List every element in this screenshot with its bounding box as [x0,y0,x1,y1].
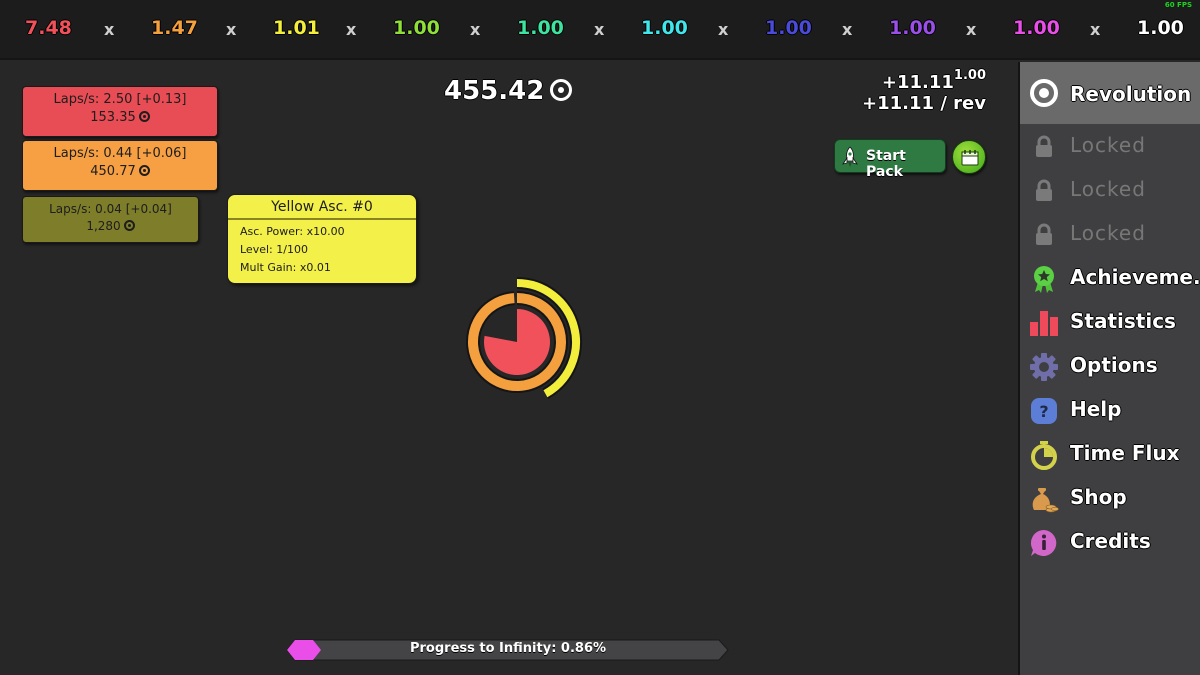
sidebar-item-label: Locked [1070,133,1146,157]
revolution-rings[interactable] [450,272,590,412]
sidebar-item-locked-2[interactable]: Locked [1020,168,1200,212]
revolution-symbol-icon [138,111,150,122]
times-separator: x [346,20,357,39]
sidebar-nav: Revolution Locked Locked Locked Achievem… [1018,62,1200,675]
sidebar-item-locked-3[interactable]: Locked [1020,212,1200,256]
revolution-symbol-icon [138,165,150,176]
multiplier-green: 1.00 [393,17,440,39]
sidebar-item-options[interactable]: Options [1020,344,1200,388]
red-pie [484,309,550,375]
ascension-mult-gain: Mult Gain: x0.01 [240,261,331,274]
sidebar-item-label: Shop [1070,485,1127,509]
svg-text:?: ? [1039,402,1048,421]
sidebar-item-achievements[interactable]: Achieveme... [1020,256,1200,300]
sidebar-item-label: Achieveme... [1070,265,1200,289]
gear-icon [1030,353,1058,381]
sidebar-item-locked-1[interactable]: Locked [1020,124,1200,168]
revolution-symbol-icon [123,220,135,231]
lap-amount: 153.35 [90,110,136,125]
ascension-tooltip: Yellow Asc. #0 Asc. Power: x10.00 Level:… [227,194,417,284]
revolution-symbol-icon [550,79,573,101]
start-pack-label: Start Pack [866,148,906,180]
start-pack-button[interactable]: Start Pack [834,139,946,180]
currency-display: 455.42 [444,76,573,106]
sidebar-item-shop[interactable]: Shop [1020,476,1200,520]
times-separator: x [226,20,237,39]
ascension-title: Yellow Asc. #0 [228,195,416,220]
stopwatch-icon [1031,441,1057,470]
money-bag-icon [1032,488,1059,513]
lap-box-red[interactable]: Laps/s: 2.50 [+0.13] 153.35 [22,86,218,137]
info-icon [1030,529,1057,556]
multiplier-blue: 1.00 [765,17,812,39]
revolution-icon [1030,79,1058,107]
times-separator: x [718,20,729,39]
times-separator: x [594,20,605,39]
lap-rate: Laps/s: 2.50 [+0.13] [53,92,187,107]
times-separator: x [104,20,115,39]
lock-icon [1036,223,1052,245]
multiplier-bar: 7.48 x 1.47 x 1.01 x 1.00 x 1.00 x 1.00 … [0,0,1200,60]
statistics-icon [1030,311,1058,336]
sidebar-item-label: Time Flux [1070,441,1180,465]
sidebar-item-revolution[interactable]: Revolution [1020,62,1200,124]
multiplier-white: 1.00 [1137,17,1184,39]
ascension-power: Asc. Power: x10.00 [240,225,345,238]
gain-base: +11.11 [881,72,954,93]
multiplier-orange: 1.47 [151,17,198,39]
sidebar-item-time-flux[interactable]: Time Flux [1020,432,1200,476]
times-separator: x [470,20,481,39]
times-separator: x [842,20,853,39]
sidebar-item-label: Locked [1070,177,1146,201]
progress-label: Progress to Infinity: 0.86% [409,641,607,656]
fps-counter: 60 FPS [1164,1,1192,9]
gain-exponent: 1.00 [953,68,986,83]
lap-box-yellow[interactable]: Laps/s: 0.04 [+0.04] 1,280 [22,196,199,243]
sidebar-item-label: Help [1070,397,1122,421]
sidebar-item-statistics[interactable]: Statistics [1020,300,1200,344]
multiplier-yellow: 1.01 [273,17,320,39]
sidebar-item-help[interactable]: ? Help [1020,388,1200,432]
lap-amount: 450.77 [90,164,136,179]
lap-rate: Laps/s: 0.04 [+0.04] [49,202,172,216]
lap-rate: Laps/s: 0.44 [+0.06] [53,146,187,161]
help-icon: ? [1031,398,1057,424]
lock-icon [1036,135,1052,157]
gain-display: +11.111.00 +11.11 / rev [862,68,986,114]
sidebar-item-label: Revolution [1070,82,1192,106]
rocket-icon [842,146,858,167]
sidebar-item-label: Locked [1070,221,1146,245]
lap-box-orange[interactable]: Laps/s: 0.44 [+0.06] 450.77 [22,140,218,191]
sidebar-item-credits[interactable]: Credits [1020,520,1200,564]
multiplier-teal: 1.00 [517,17,564,39]
calendar-icon [961,150,979,166]
gain-per-rev: +11.11 / rev [862,93,986,114]
lock-icon [1036,179,1052,201]
times-separator: x [966,20,977,39]
multiplier-red: 7.48 [25,17,72,39]
multiplier-cyan: 1.00 [641,17,688,39]
sidebar-item-label: Credits [1070,529,1151,553]
achievement-icon [1034,266,1054,293]
sidebar-item-label: Options [1070,353,1158,377]
currency-amount: 455.42 [444,76,545,106]
times-separator: x [1090,20,1101,39]
multiplier-purple: 1.00 [889,17,936,39]
sidebar-item-label: Statistics [1070,309,1176,333]
lap-amount: 1,280 [86,219,121,233]
multiplier-pink: 1.00 [1013,17,1060,39]
ascension-level: Level: 1/100 [240,243,308,256]
game-area: Laps/s: 2.50 [+0.13] 153.35 Laps/s: 0.44… [0,62,1018,675]
calendar-button[interactable] [952,140,986,174]
